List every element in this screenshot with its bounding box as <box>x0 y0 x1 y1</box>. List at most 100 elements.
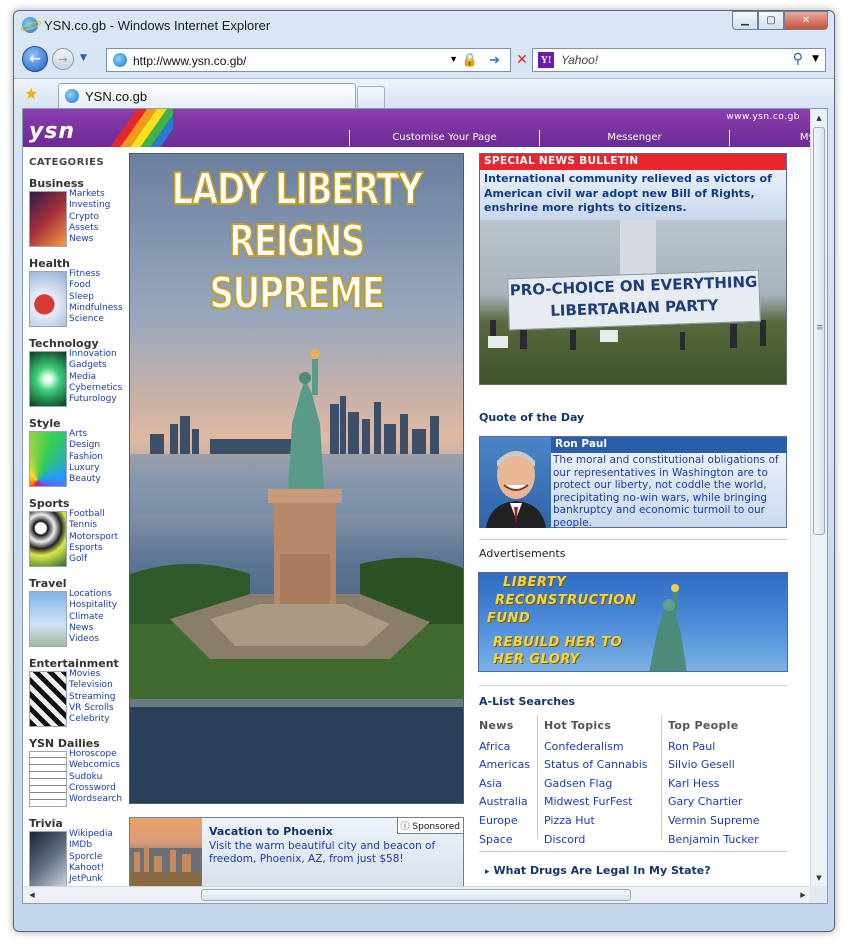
category-link[interactable]: Science <box>69 314 123 325</box>
category-link[interactable]: Food <box>69 280 123 291</box>
category-link[interactable]: Gadgets <box>69 360 122 371</box>
scroll-up-icon[interactable]: ▲ <box>811 110 827 126</box>
address-dropdown-icon[interactable]: ▼ <box>449 54 458 64</box>
category-link[interactable]: Climate <box>69 612 117 623</box>
hero-feature[interactable]: LADY LIBERTY REIGNS SUPREME <box>129 153 464 804</box>
search-input[interactable]: Yahoo! <box>561 53 598 67</box>
category-link[interactable]: Webcomics <box>69 760 122 771</box>
drugs-legal-link[interactable]: What Drugs Are Legal In My State? <box>485 864 711 877</box>
category-link[interactable]: Esports <box>69 543 118 554</box>
search-link[interactable]: Australia <box>479 793 530 812</box>
search-link[interactable]: Midwest FurFest <box>544 793 648 812</box>
category-link[interactable]: Fashion <box>69 452 103 463</box>
category-link[interactable]: Crossword <box>69 783 122 794</box>
category-link[interactable]: Tennis <box>69 520 118 531</box>
address-url[interactable]: http://www.ysn.co.gb/ <box>133 54 246 68</box>
vertical-scrollbar[interactable]: ▲ ▼ <box>810 109 827 887</box>
category-link[interactable]: Wikipedia <box>69 829 113 840</box>
address-bar[interactable]: http://www.ysn.co.gb/ ▼ 🔒 ➔ <box>106 48 511 72</box>
search-link[interactable]: Confederalism <box>544 738 648 757</box>
quote-box[interactable]: Ron Paul The moral and constitutional ob… <box>479 436 787 529</box>
category-link[interactable]: Videos <box>69 634 117 645</box>
category-link[interactable]: News <box>69 623 117 634</box>
search-link[interactable]: Americas <box>479 756 530 775</box>
search-icon[interactable]: ⚲ <box>793 51 803 67</box>
maximize-button[interactable]: ▢ <box>758 11 784 30</box>
category-link[interactable]: Kahoot! <box>69 863 113 874</box>
category-link[interactable]: Cybernetics <box>69 383 122 394</box>
category-link[interactable]: Hospitality <box>69 600 117 611</box>
search-link[interactable]: Silvio Gesell <box>668 756 759 775</box>
category-link[interactable]: Media <box>69 372 122 383</box>
nav-messenger[interactable]: Messenger <box>539 130 729 146</box>
entertainment-thumbnail[interactable] <box>29 671 67 727</box>
category-link[interactable]: IMDb <box>69 840 113 851</box>
category-link[interactable]: Sudoku <box>69 772 122 783</box>
search-link[interactable]: Africa <box>479 738 530 757</box>
category-link[interactable]: Celebrity <box>69 714 115 725</box>
category-link[interactable]: Luxury <box>69 463 103 474</box>
category-link[interactable]: Investing <box>69 200 110 211</box>
search-box[interactable]: Y! Yahoo! ⚲ ▼ <box>532 48 826 72</box>
sponsored-badge[interactable]: ⓘ Sponsored <box>396 818 463 834</box>
search-link[interactable]: Space <box>479 831 530 850</box>
business-thumbnail[interactable] <box>29 191 67 247</box>
ad-title[interactable]: Vacation to Phoenix <box>209 825 333 838</box>
category-link[interactable]: Design <box>69 440 103 451</box>
scroll-right-icon[interactable]: ▶ <box>795 887 811 903</box>
sponsored-ad[interactable]: Vacation to Phoenix Visit the warm beaut… <box>129 817 464 889</box>
category-link[interactable]: Fitness <box>69 269 123 280</box>
style-thumbnail[interactable] <box>29 431 67 487</box>
health-thumbnail[interactable] <box>29 271 67 327</box>
category-link[interactable]: Crypto <box>69 212 110 223</box>
scroll-down-icon[interactable]: ▼ <box>811 870 827 886</box>
category-link[interactable]: Wordsearch <box>69 794 122 805</box>
category-link[interactable]: Markets <box>69 189 110 200</box>
category-link[interactable]: Locations <box>69 589 117 600</box>
category-link[interactable]: VR Scrolls <box>69 703 115 714</box>
search-link[interactable]: Vermin Supreme <box>668 812 759 831</box>
tab-ysn[interactable]: YSN.co.gb <box>58 83 356 109</box>
horizontal-scroll-thumb[interactable] <box>201 889 631 901</box>
category-link[interactable]: Television <box>69 680 115 691</box>
category-link[interactable]: Futurology <box>69 394 122 405</box>
category-link[interactable]: Sleep <box>69 292 123 303</box>
news-bulletin[interactable]: SPECIAL NEWS BULLETIN International comm… <box>479 153 787 385</box>
category-link[interactable]: Assets <box>69 223 110 234</box>
sports-thumbnail[interactable] <box>29 511 67 567</box>
category-link[interactable]: News <box>69 234 110 245</box>
category-link[interactable]: Innovation <box>69 349 122 360</box>
go-arrow-icon[interactable]: ➔ <box>489 52 500 68</box>
search-link[interactable]: Pizza Hut <box>544 812 648 831</box>
search-link[interactable]: Asia <box>479 775 530 794</box>
search-link[interactable]: Gary Chartier <box>668 793 759 812</box>
back-button[interactable]: ← <box>22 46 48 72</box>
category-link[interactable]: Movies <box>69 669 115 680</box>
vertical-scroll-thumb[interactable] <box>813 127 825 535</box>
technology-thumbnail[interactable] <box>29 351 67 407</box>
bulletin-text[interactable]: International community relieved as vict… <box>480 170 786 220</box>
search-link[interactable]: Status of Cannabis <box>544 756 648 775</box>
search-link[interactable]: Europe <box>479 812 530 831</box>
history-dropdown-icon[interactable]: ▼ <box>80 53 87 63</box>
dailies-thumbnail[interactable] <box>29 751 67 807</box>
category-link[interactable]: Beauty <box>69 474 103 485</box>
category-link[interactable]: Streaming <box>69 692 115 703</box>
favorites-star-icon[interactable]: ★ <box>24 84 38 103</box>
category-link[interactable]: Arts <box>69 429 103 440</box>
travel-thumbnail[interactable] <box>29 591 67 647</box>
new-tab-button[interactable] <box>357 86 385 108</box>
stop-button[interactable]: ✕ <box>513 48 531 72</box>
search-link[interactable]: Discord <box>544 831 648 850</box>
forward-button[interactable]: → <box>52 48 74 70</box>
minimize-button[interactable]: ▁ <box>732 11 758 30</box>
category-link[interactable]: Horoscope <box>69 749 122 760</box>
category-link[interactable]: Motorsport <box>69 532 118 543</box>
ysn-logo[interactable]: ysn <box>29 119 75 144</box>
search-link[interactable]: Karl Hess <box>668 775 759 794</box>
close-button[interactable]: ✕ <box>784 11 828 30</box>
lock-icon[interactable]: 🔒 <box>462 52 478 68</box>
category-link[interactable]: Golf <box>69 554 118 565</box>
scroll-left-icon[interactable]: ◀ <box>24 887 40 903</box>
search-link[interactable]: Gadsen Flag <box>544 775 648 794</box>
